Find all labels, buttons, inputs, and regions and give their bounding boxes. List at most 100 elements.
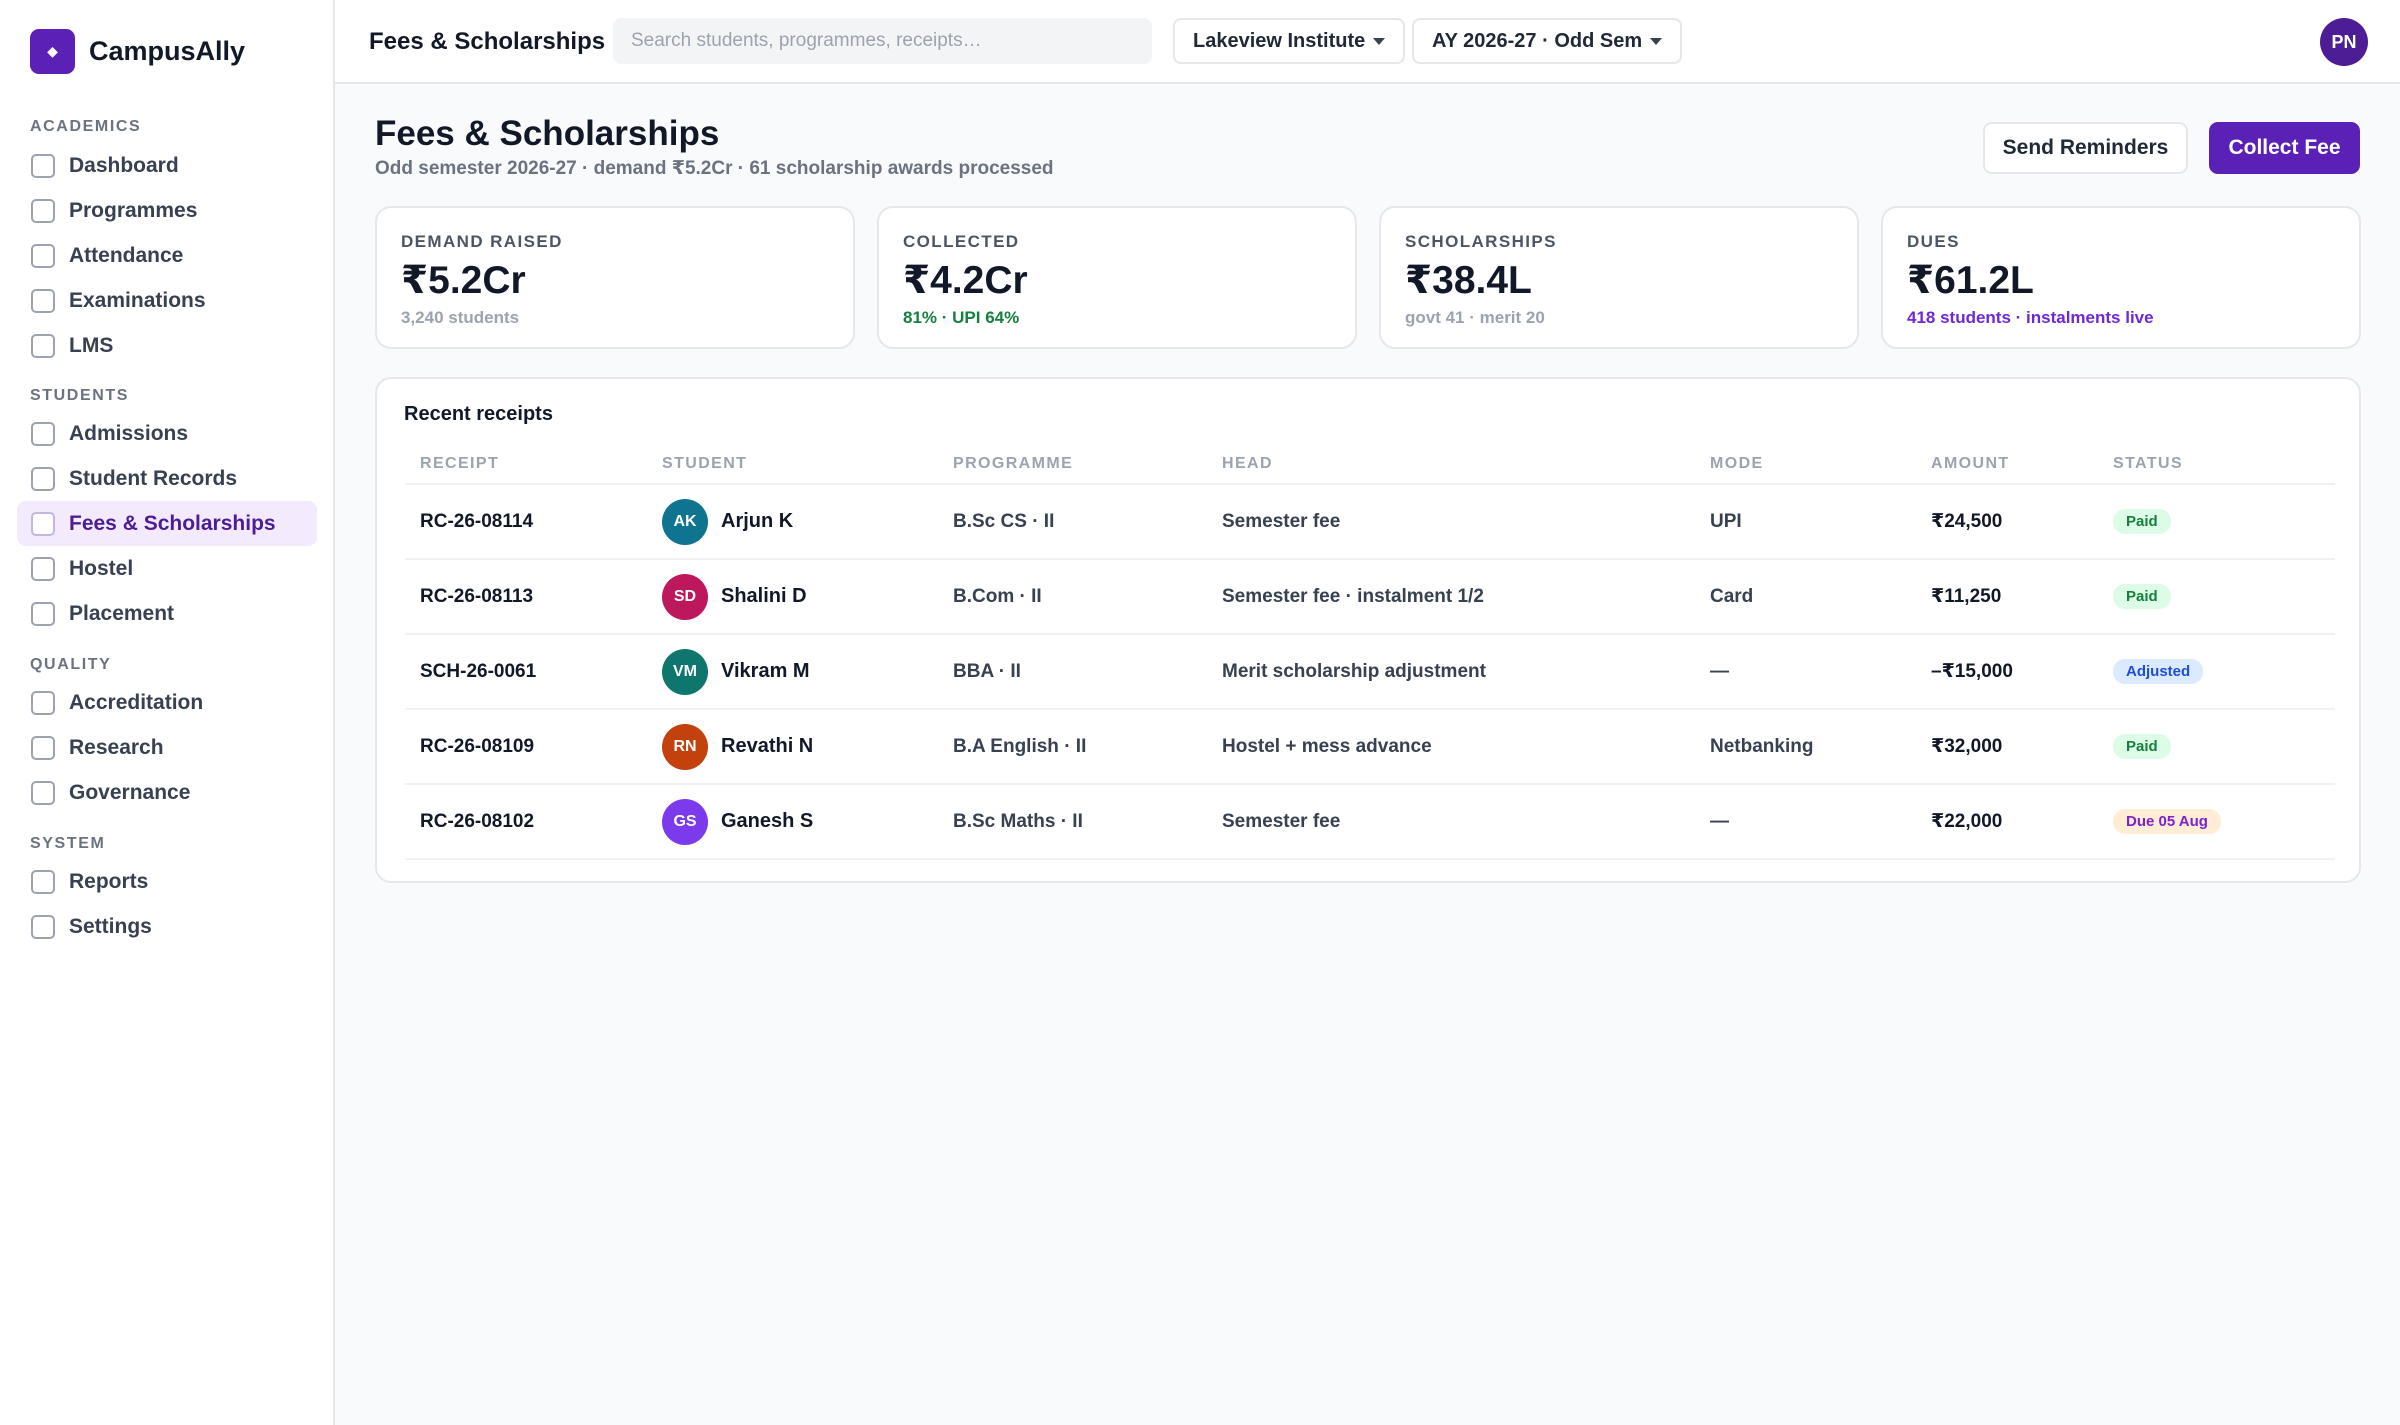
stat-value: ₹5.2Cr [401,259,526,302]
column-header-receipt[interactable]: RECEIPT [420,455,499,473]
stat-label: SCHOLARSHIPS [1405,232,1557,251]
receipt-cell[interactable]: SCH-26-0061 [420,635,536,708]
student-cell: AK Arjun K [662,485,793,558]
sidebar-item-programmes[interactable]: Programmes [17,188,317,233]
mode-cell: Card [1710,585,1754,607]
app-name: CampusAlly [89,36,246,66]
status-badge: Adjusted [2113,659,2204,684]
column-header-student[interactable]: STUDENT [662,455,747,473]
table-row[interactable]: SCH-26-0061 VM Vikram M BBA · II Merit s… [405,635,2335,710]
student-avatar: SD [662,573,708,620]
sidebar-item-placement[interactable]: Placement [17,591,317,636]
student-name[interactable]: Vikram M [721,660,810,683]
column-header-mode[interactable]: MODE [1710,455,1764,473]
amount-cell: ₹24,500 [1931,511,2003,532]
collect-fee-button[interactable]: Collect Fee [2209,122,2360,174]
sidebar-item-label: Accreditation [69,690,204,714]
sidebar-item-fees-scholarships[interactable]: Fees & Scholarships [17,501,317,546]
student-avatar: VM [662,648,708,695]
institute-select[interactable]: Lakeview Institute [1173,18,1406,64]
sidebar-item-lms[interactable]: LMS [17,323,317,368]
sidebar-item-label: Placement [69,601,175,625]
amount-cell: ₹11,250 [1931,586,2002,607]
student-name[interactable]: Shalini D [721,585,807,608]
column-header-status[interactable]: STATUS [2113,455,2183,473]
recent-receipts-card: Recent receipts RECEIPT STUDENT PROGRAMM… [375,377,2361,883]
attendance-icon [31,243,55,268]
sidebar-item-attendance[interactable]: Attendance [17,233,317,278]
sidebar-item-admissions[interactable]: Admissions [17,411,317,456]
column-header-programme[interactable]: PROGRAMME [953,455,1073,473]
student-avatar: RN [662,723,708,770]
programme-cell: B.Sc CS · II [953,510,1055,532]
student-name[interactable]: Arjun K [721,510,793,533]
student-name[interactable]: Revathi N [721,735,813,758]
sidebar-item-label: Examinations [69,288,206,312]
sidebar-item-student-records[interactable]: Student Records [17,456,317,501]
sidebar-item-accreditation[interactable]: Accreditation [17,680,317,725]
governance-icon [31,780,55,805]
head-cell: Semester fee · instalment 1/2 [1222,585,1484,607]
column-header-amount[interactable]: AMOUNT [1931,455,2010,473]
app-logo-icon: ◆ [30,29,75,74]
reports-icon [31,869,55,894]
sidebar-item-governance[interactable]: Governance [17,770,317,815]
stat-sub: 418 students · instalments live [1907,308,2154,327]
status-badge: Paid [2113,509,2171,534]
student-cell: GS Ganesh S [662,785,813,858]
send-reminders-button[interactable]: Send Reminders [1983,122,2188,174]
term-select[interactable]: AY 2026-27 · Odd Sem [1412,18,1683,64]
nav-section-students: STUDENTS [30,387,130,404]
receipt-cell[interactable]: RC-26-08102 [420,785,534,858]
column-header-head[interactable]: HEAD [1222,455,1273,473]
table-row[interactable]: RC-26-08102 GS Ganesh S B.Sc Maths · II … [405,785,2335,860]
chevron-down-icon [1650,37,1663,45]
settings-icon [31,914,55,939]
sidebar: ◆ CampusAlly ACADEMICS Dashboard Program… [0,0,335,1425]
lms-icon [31,333,55,358]
mode-cell: — [1710,810,1729,832]
placement-icon [31,601,55,626]
search-input[interactable] [613,18,1152,64]
table-row[interactable]: RC-26-08114 AK Arjun K B.Sc CS · II Seme… [405,485,2335,560]
receipt-cell[interactable]: RC-26-08113 [420,560,533,633]
sidebar-item-label: Programmes [69,198,198,222]
table-row[interactable]: RC-26-08109 RN Revathi N B.A English · I… [405,710,2335,785]
head-cell: Merit scholarship adjustment [1222,660,1486,682]
head-cell: Semester fee [1222,510,1341,532]
sidebar-item-hostel[interactable]: Hostel [17,546,317,591]
student-name[interactable]: Ganesh S [721,810,813,833]
sidebar-item-label: Governance [69,780,191,804]
stat-sub: govt 41 · merit 20 [1405,308,1545,327]
student-cell: SD Shalini D [662,560,807,633]
table-title: Recent receipts [404,403,553,425]
top-bar: Fees & Scholarships Lakeview Institute A… [335,0,2400,84]
sidebar-item-examinations[interactable]: Examinations [17,278,317,323]
page-title: Fees & Scholarships [375,114,720,153]
student-cell: VM Vikram M [662,635,810,708]
mode-cell: UPI [1710,510,1742,532]
user-avatar[interactable]: PN [2320,18,2368,66]
sidebar-item-label: Reports [69,869,149,893]
sidebar-item-label: Admissions [69,421,189,445]
sidebar-item-reports[interactable]: Reports [17,859,317,904]
institute-select-value: Lakeview Institute [1193,29,1366,52]
table-row[interactable]: RC-26-08113 SD Shalini D B.Com · II Seme… [405,560,2335,635]
brand[interactable]: ◆ CampusAlly [30,29,245,74]
student-avatar: AK [662,498,708,545]
nav-section-quality: QUALITY [30,656,112,673]
receipt-cell[interactable]: RC-26-08114 [420,485,533,558]
sidebar-item-research[interactable]: Research [17,725,317,770]
head-cell: Semester fee [1222,810,1341,832]
status-badge: Paid [2113,734,2171,759]
receipt-cell[interactable]: RC-26-08109 [420,710,534,783]
accreditation-icon [31,690,55,715]
dashboard-icon [31,153,55,178]
stat-label: DEMAND RAISED [401,232,563,251]
sidebar-item-settings[interactable]: Settings [17,904,317,949]
sidebar-item-dashboard[interactable]: Dashboard [17,143,317,188]
stat-card-demand: DEMAND RAISED ₹5.2Cr 3,240 students [375,206,855,349]
status-cell: Paid [2113,710,2171,783]
amount-cell: ₹32,000 [1931,736,2003,757]
sidebar-item-label: Settings [69,914,152,938]
